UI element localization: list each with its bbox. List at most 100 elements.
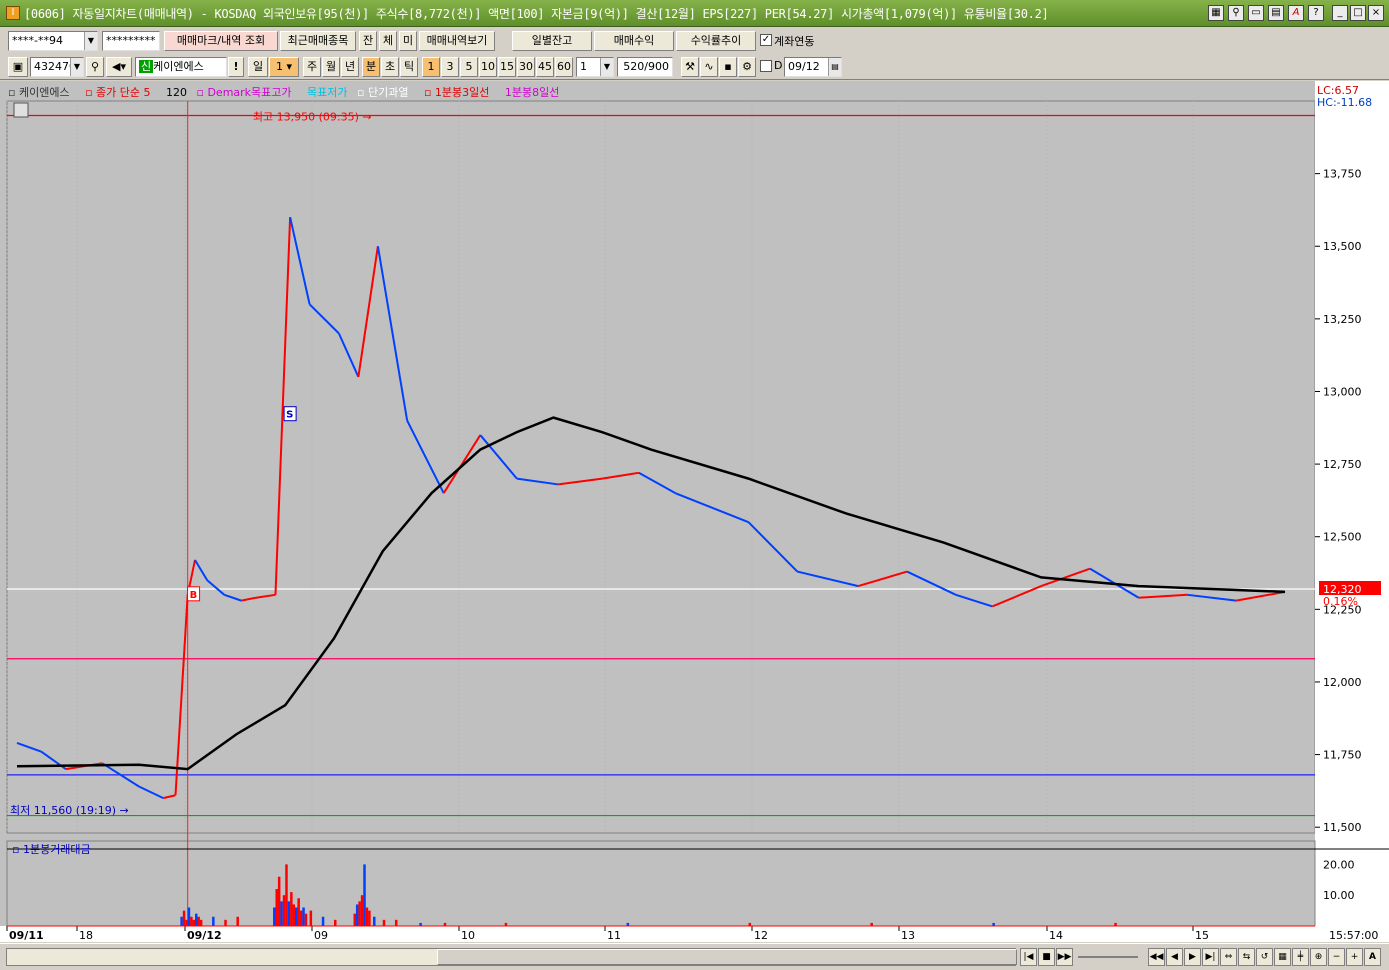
min-opt-3[interactable]: 3 bbox=[441, 57, 459, 77]
count-input[interactable]: 520/900 bbox=[617, 57, 673, 77]
end-icon[interactable]: ▶| bbox=[1202, 948, 1219, 966]
period-day[interactable]: 일 bbox=[248, 57, 268, 77]
chevron-down-icon[interactable]: ▼ bbox=[600, 58, 613, 76]
interval-select[interactable]: 1 ▼ bbox=[576, 57, 614, 77]
calendar-icon[interactable]: ▤ bbox=[828, 58, 841, 76]
last-icon[interactable]: ▶▶ bbox=[1056, 948, 1073, 966]
trade-mark-button[interactable]: 매매마크/내역 조회 bbox=[164, 31, 278, 51]
text-icon[interactable]: A bbox=[1364, 948, 1381, 966]
grid-icon[interactable]: ▦ bbox=[1274, 948, 1291, 966]
search-icon[interactable]: ⚲ bbox=[86, 57, 104, 77]
trade-profit-button[interactable]: 매매수익 bbox=[594, 31, 674, 51]
chevron-down-icon[interactable]: ▼ bbox=[70, 58, 83, 76]
disk-icon[interactable]: ▪ bbox=[719, 57, 737, 77]
save-icon[interactable]: ▤ bbox=[1268, 5, 1284, 21]
help-icon[interactable]: ? bbox=[1308, 5, 1324, 21]
period-tick[interactable]: 틱 bbox=[400, 57, 418, 77]
min-opt-5[interactable]: 5 bbox=[460, 57, 478, 77]
legend-demark-low[interactable]: 목표저가 bbox=[307, 86, 347, 99]
unfilled-button[interactable]: 미 bbox=[399, 31, 417, 51]
forward-icon[interactable]: ▶ bbox=[1184, 948, 1201, 966]
min-opt-60[interactable]: 60 bbox=[555, 57, 573, 77]
prev-icon[interactable]: ◀◀ bbox=[1148, 948, 1165, 966]
date-input[interactable]: 09/12 ▤ bbox=[784, 57, 842, 77]
x-tick-label: 18 bbox=[79, 929, 93, 942]
minimize-button[interactable]: _ bbox=[1332, 5, 1348, 21]
y-tick-label: 12,000 bbox=[1323, 676, 1362, 689]
period-week[interactable]: 주 bbox=[303, 57, 321, 77]
password-input[interactable]: ********* bbox=[102, 31, 160, 51]
settings-icon[interactable]: ⚙ bbox=[738, 57, 756, 77]
account-link-checkbox[interactable]: ✓ bbox=[760, 34, 772, 46]
min-opt-1[interactable]: 1 bbox=[422, 57, 440, 77]
fit-icon[interactable]: ⇔ bbox=[1220, 948, 1237, 966]
zoom-out-icon[interactable]: − bbox=[1328, 948, 1345, 966]
lock-icon[interactable]: ▣ bbox=[8, 57, 28, 77]
close-button[interactable]: × bbox=[1368, 5, 1384, 21]
price-chart[interactable]: 13,75013,50013,25013,00012,75012,50012,2… bbox=[0, 81, 1389, 942]
first-icon[interactable]: |◀ bbox=[1020, 948, 1037, 966]
x-tick-label: 13 bbox=[901, 929, 915, 942]
stop-icon[interactable]: ■ bbox=[1038, 948, 1055, 966]
chart-scrollbar[interactable] bbox=[6, 948, 1017, 966]
x-tick-label: 11 bbox=[607, 929, 621, 942]
d-checkbox[interactable] bbox=[760, 60, 772, 72]
period-year[interactable]: 년 bbox=[341, 57, 359, 77]
recent-trades-button[interactable]: 최근매매종목 bbox=[280, 31, 356, 51]
account-input[interactable]: ****-**94 ▼ bbox=[8, 31, 98, 51]
volume-bar bbox=[363, 864, 366, 926]
maximize-button[interactable]: □ bbox=[1350, 5, 1366, 21]
volume-bar bbox=[309, 910, 313, 926]
history-button[interactable]: 매매내역보기 bbox=[419, 31, 495, 51]
min-opt-10[interactable]: 10 bbox=[479, 57, 497, 77]
legend-3day[interactable]: ▫ 1분봉3일선 bbox=[424, 86, 495, 99]
stock-code-input[interactable]: 432470 ▼ bbox=[30, 57, 84, 77]
legend-overheat[interactable]: ▫ 단기과열 bbox=[357, 86, 414, 99]
period-month[interactable]: 월 bbox=[322, 57, 340, 77]
zoom-in-icon[interactable]: + bbox=[1346, 948, 1363, 966]
period-minute[interactable]: 분 bbox=[362, 57, 380, 77]
volume-bar bbox=[224, 919, 227, 926]
alert-icon[interactable]: ! bbox=[228, 57, 244, 77]
layout-icon[interactable]: ▦ bbox=[1208, 5, 1224, 21]
wrap-icon[interactable]: ↺ bbox=[1256, 948, 1273, 966]
y-tick-label: 11,750 bbox=[1323, 749, 1362, 762]
stock-name-field[interactable]: 신 케이엔에스 bbox=[135, 57, 227, 77]
legend-ma[interactable]: ▫ 종가 단순 5 bbox=[85, 86, 156, 99]
volume-bar bbox=[187, 907, 191, 926]
back-icon[interactable]: ◀ bbox=[1166, 948, 1183, 966]
volume-bar bbox=[334, 919, 337, 926]
legend-8day[interactable]: 1분봉8일선 bbox=[505, 86, 559, 99]
zoom-slider[interactable] bbox=[1078, 956, 1138, 958]
screen-icon[interactable]: ▭ bbox=[1248, 5, 1264, 21]
return-trend-button[interactable]: 수익률추이 bbox=[676, 31, 756, 51]
chevron-down-icon[interactable]: ▼ bbox=[84, 32, 97, 50]
x-tick-label: 10 bbox=[461, 929, 475, 942]
low-annotation: 최저 11,560 (19:19) → bbox=[10, 804, 129, 817]
period-select[interactable]: 1 ▾ bbox=[269, 57, 299, 77]
y-tick-label: 11,500 bbox=[1323, 821, 1362, 834]
split-icon[interactable]: ╪ bbox=[1292, 948, 1309, 966]
volume-bar bbox=[190, 916, 193, 926]
link-icon[interactable]: ⚲ bbox=[1228, 5, 1244, 21]
daily-balance-button[interactable]: 일별잔고 bbox=[512, 31, 592, 51]
min-opt-45[interactable]: 45 bbox=[536, 57, 554, 77]
speaker-icon[interactable]: ◀▾ bbox=[106, 57, 132, 77]
volume-title: ▫ 1분봉거래대금 bbox=[12, 843, 91, 856]
indicator-icon[interactable]: ∿ bbox=[700, 57, 718, 77]
scroll-thumb[interactable] bbox=[437, 949, 1017, 965]
chart-area[interactable]: 13,750 13,500 13,250 13,000 12,750 12,500 12,2… bbox=[0, 81, 1389, 942]
min-opt-30[interactable]: 30 bbox=[517, 57, 535, 77]
chart-tool-icon[interactable]: ⚒ bbox=[681, 57, 699, 77]
period-second[interactable]: 초 bbox=[381, 57, 399, 77]
min-opt-15[interactable]: 15 bbox=[498, 57, 516, 77]
balance-button[interactable]: 잔 bbox=[359, 31, 377, 51]
move-icon[interactable]: ⇆ bbox=[1238, 948, 1255, 966]
buy-marker: B bbox=[190, 590, 198, 601]
volume-bar bbox=[280, 901, 283, 926]
executed-button[interactable]: 체 bbox=[379, 31, 397, 51]
volume-bar bbox=[321, 916, 325, 926]
legend-demark[interactable]: ▫ Demark목표고가 bbox=[197, 86, 298, 99]
cross-icon[interactable]: ⊕ bbox=[1310, 948, 1327, 966]
font-icon[interactable]: A bbox=[1288, 5, 1304, 21]
